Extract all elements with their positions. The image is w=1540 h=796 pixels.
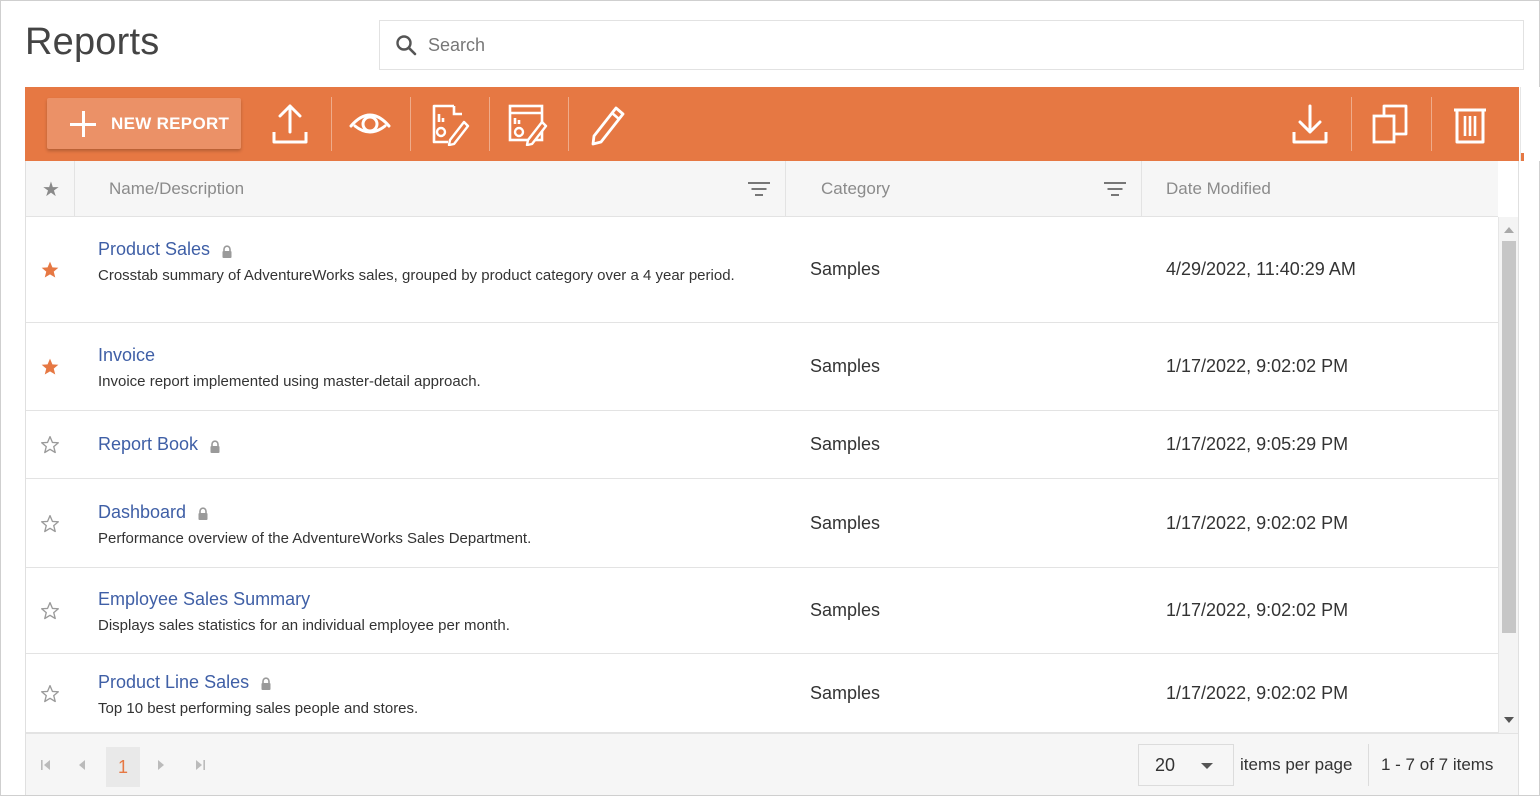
copy-icon[interactable] — [1363, 97, 1417, 151]
star-outline-icon[interactable] — [38, 512, 62, 536]
report-name-link[interactable]: Product Line Sales — [98, 672, 273, 693]
design-dashboard-icon[interactable] — [501, 97, 555, 151]
search-box[interactable] — [379, 20, 1524, 70]
report-name-text: Invoice — [98, 345, 156, 365]
report-date-modified: 1/17/2022, 9:02:02 PM — [1166, 356, 1349, 376]
last-page-icon[interactable] — [188, 751, 212, 779]
chevron-down-icon — [1201, 763, 1213, 769]
trash-icon[interactable] — [1443, 97, 1497, 151]
star-filled-icon[interactable] — [38, 258, 62, 282]
report-name-cell: Employee Sales Summary Displays sales sta… — [98, 589, 778, 635]
vertical-scrollbar[interactable] — [1498, 217, 1518, 733]
pager-separator — [1368, 744, 1369, 786]
reports-grid: ★ Name/Description Category Date Modifie… — [25, 161, 1519, 795]
favorite-column-header[interactable]: ★ — [40, 161, 62, 217]
report-date-modified: 1/17/2022, 9:02:02 PM — [1166, 682, 1349, 703]
search-icon — [394, 33, 418, 57]
pager-info: 1 - 7 of 7 items — [1381, 755, 1494, 774]
scroll-down-icon[interactable] — [1504, 717, 1514, 723]
grid-header: ★ Name/Description Category Date Modifie… — [26, 161, 1498, 217]
scroll-thumb[interactable] — [1502, 241, 1516, 633]
plus-icon — [69, 110, 97, 138]
report-name-cell: Report Book — [98, 434, 222, 455]
report-category: Samples — [810, 682, 881, 703]
table-row[interactable]: Report Book Samples 1/17/2022, 9:05:29 PM — [26, 411, 1498, 479]
table-row[interactable]: Dashboard Performance overview of the Adv… — [26, 479, 1498, 568]
table-row[interactable]: Product Sales Crosstab summary of Adventu… — [26, 217, 1498, 323]
table-row[interactable]: Invoice Invoice report implemented using … — [26, 323, 1498, 411]
report-date-modified: 1/17/2022, 9:05:29 PM — [1166, 434, 1349, 454]
report-category: Samples — [810, 356, 881, 376]
app-window: Reports NEW REPORT — [0, 0, 1540, 796]
category-column-header[interactable]: Category — [821, 161, 890, 217]
design-report-icon[interactable] — [422, 97, 476, 151]
report-description: Displays sales statistics for an individ… — [98, 617, 510, 634]
lock-icon — [220, 243, 234, 258]
report-category: Samples — [810, 512, 881, 533]
first-page-icon[interactable] — [34, 751, 58, 779]
pencil-icon[interactable] — [580, 97, 634, 151]
report-category: Samples — [810, 600, 881, 620]
lock-icon — [196, 505, 210, 520]
report-description: Top 10 best performing sales people and … — [98, 699, 419, 717]
report-name-cell: Invoice Invoice report implemented using … — [98, 345, 778, 391]
report-category: Samples — [810, 259, 881, 279]
toolbar-separator — [568, 97, 569, 151]
items-per-page-label: items per page — [1240, 755, 1353, 774]
pager: 1 20 items per page 1 - 7 of 7 items — [26, 733, 1518, 795]
page-size-dropdown[interactable]: 20 — [1138, 744, 1234, 786]
search-input[interactable] — [428, 34, 1428, 56]
star-outline-icon[interactable] — [38, 433, 62, 457]
report-name-link[interactable]: Report Book — [98, 434, 222, 455]
eye-icon[interactable] — [343, 97, 397, 151]
report-name-text: Dashboard — [98, 501, 187, 522]
toolbar: NEW REPORT — [25, 87, 1519, 161]
report-name-text: Report Book — [98, 434, 199, 454]
report-description: Performance overview of the AdventureWor… — [98, 529, 532, 547]
filter-icon[interactable] — [1103, 181, 1127, 199]
report-name-cell: Dashboard Performance overview of the Adv… — [98, 502, 778, 548]
lock-icon — [208, 438, 222, 453]
filter-icon[interactable] — [747, 181, 771, 199]
toolbar-separator — [489, 97, 490, 151]
name-column-header[interactable]: Name/Description — [109, 161, 244, 217]
star-outline-icon[interactable] — [38, 682, 62, 706]
report-name-cell: Product Sales Crosstab summary of Adventu… — [98, 239, 778, 285]
report-date-modified: 1/17/2022, 9:02:02 PM — [1166, 600, 1349, 620]
lock-icon — [259, 675, 273, 690]
report-name-text: Employee Sales Summary — [98, 589, 311, 609]
toolbar-separator — [1351, 97, 1352, 151]
toolbar-separator — [1431, 97, 1432, 151]
report-description: Invoice report implemented using master-… — [98, 373, 481, 390]
table-row[interactable]: Employee Sales Summary Displays sales sta… — [26, 568, 1498, 654]
new-report-label: NEW REPORT — [111, 113, 230, 133]
toolbar-separator — [331, 97, 332, 151]
report-description: Crosstab summary of AdventureWorks sales… — [98, 267, 735, 284]
next-page-icon[interactable] — [149, 751, 173, 779]
download-icon[interactable] — [1283, 97, 1337, 151]
current-page[interactable]: 1 — [106, 747, 140, 787]
report-category: Samples — [810, 434, 881, 454]
previous-page-icon[interactable] — [70, 751, 94, 779]
side-panel-edge — [1520, 87, 1540, 161]
scroll-up-icon[interactable] — [1504, 227, 1514, 233]
page-title: Reports — [25, 21, 160, 63]
star-filled-icon[interactable] — [38, 355, 62, 379]
report-name-link[interactable]: Dashboard — [98, 502, 210, 523]
report-date-modified: 1/17/2022, 9:02:02 PM — [1166, 512, 1349, 533]
toolbar-separator — [410, 97, 411, 151]
report-name-link[interactable]: Product Sales — [98, 239, 234, 260]
star-outline-icon[interactable] — [38, 599, 62, 623]
report-date-modified: 4/29/2022, 11:40:29 AM — [1166, 259, 1356, 279]
date-column-header[interactable]: Date Modified — [1166, 161, 1271, 217]
table-row[interactable]: Product Line Sales Top 10 best performing… — [26, 654, 1498, 733]
report-name-text: Product Sales — [98, 239, 211, 259]
page-size-value: 20 — [1155, 754, 1176, 775]
new-report-button[interactable]: NEW REPORT — [47, 98, 241, 149]
report-name-cell: Product Line Sales Top 10 best performing… — [98, 672, 778, 718]
report-name-link[interactable]: Invoice — [98, 345, 155, 366]
upload-icon[interactable] — [263, 97, 317, 151]
report-name-text: Product Line Sales — [98, 671, 250, 692]
report-name-link[interactable]: Employee Sales Summary — [98, 589, 310, 610]
